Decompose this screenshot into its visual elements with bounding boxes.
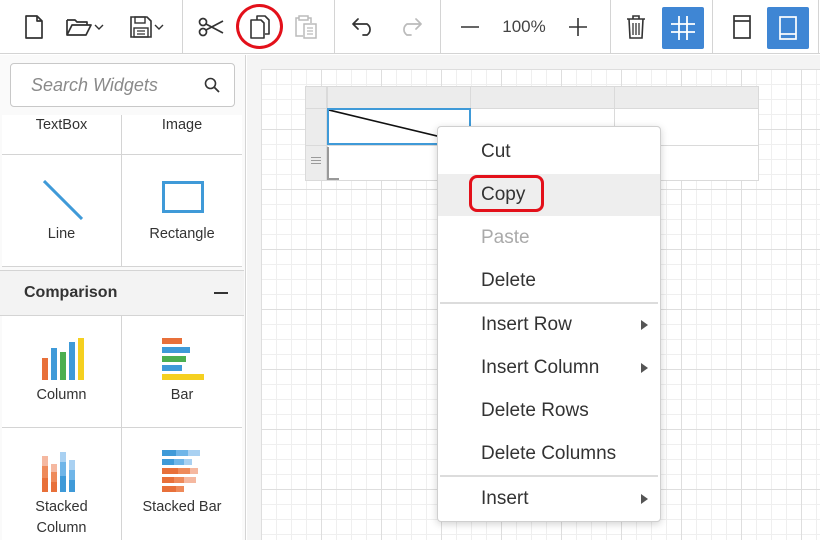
- widget-stacked-bar-chart[interactable]: Stacked Bar: [122, 428, 242, 540]
- column-header[interactable]: [470, 86, 615, 109]
- collapse-icon[interactable]: [214, 292, 228, 294]
- widget-label: Rectangle: [149, 226, 215, 242]
- new-file-icon: [25, 15, 43, 39]
- toolbar-divider: [440, 0, 441, 54]
- toolbar-divider: [182, 0, 183, 54]
- menu-item-delete-rows[interactable]: Delete Rows: [438, 390, 660, 432]
- menu-item-delete[interactable]: Delete: [438, 260, 660, 302]
- row-drag-handle-icon[interactable]: [311, 157, 321, 165]
- menu-item-delete-columns[interactable]: Delete Columns: [438, 433, 660, 475]
- widget-bar-chart[interactable]: Bar: [122, 316, 242, 428]
- new-button[interactable]: [14, 0, 54, 54]
- widget-label: TextBox: [35, 117, 88, 133]
- menu-item-label: Paste: [481, 227, 530, 248]
- chevron-down-icon: [154, 24, 164, 30]
- submenu-arrow-icon: [641, 320, 648, 330]
- copy-menu-item-highlight: [469, 175, 544, 212]
- toolbar: 100%: [0, 0, 820, 54]
- widget-label: Line: [47, 226, 76, 242]
- widget-rectangle[interactable]: Rectangle: [122, 155, 242, 267]
- comparison-group-header[interactable]: Comparison: [0, 270, 244, 316]
- group-title: Comparison: [24, 284, 118, 301]
- widget-textbox[interactable]: TextBox: [2, 115, 122, 155]
- undo-button[interactable]: [344, 0, 384, 54]
- open-folder-icon: [66, 19, 92, 36]
- diagonal-line-element[interactable]: [329, 110, 441, 138]
- cell-resize-handle[interactable]: [327, 147, 339, 180]
- stacked-column-chart-icon: [42, 452, 75, 492]
- copy-button-highlight: [236, 4, 283, 49]
- widget-stacked-column-chart[interactable]: Stacked Column: [2, 428, 122, 540]
- menu-item-label: Insert Column: [481, 357, 600, 378]
- cut-icon: [198, 17, 224, 37]
- row-header[interactable]: [305, 108, 327, 146]
- widget-image[interactable]: Image: [122, 115, 242, 155]
- page-layout-icon: [779, 16, 797, 40]
- column-chart-icon: [42, 338, 84, 380]
- menu-divider: [440, 475, 658, 477]
- widget-label: Stacked Bar: [142, 499, 222, 515]
- submenu-arrow-icon: [641, 494, 648, 504]
- save-button[interactable]: [122, 0, 172, 54]
- paste-button[interactable]: [286, 0, 326, 54]
- column-header[interactable]: [327, 86, 471, 109]
- widget-label: Stacked Column: [35, 499, 88, 536]
- submenu-arrow-icon: [641, 363, 648, 373]
- toolbar-divider: [712, 0, 713, 54]
- menu-item-label: Delete: [481, 270, 536, 291]
- header-footer-icon: [733, 15, 751, 39]
- column-header[interactable]: [614, 86, 759, 109]
- save-icon: [130, 16, 152, 38]
- menu-item-insert-column[interactable]: Insert Column: [438, 347, 660, 389]
- widget-label: Image: [161, 117, 203, 133]
- zoom-in-button[interactable]: [558, 0, 598, 54]
- zoom-out-button[interactable]: [450, 0, 490, 54]
- undo-icon: [352, 18, 371, 36]
- grid-toggle-button[interactable]: [662, 7, 704, 49]
- zoom-level[interactable]: 100%: [496, 0, 552, 54]
- search-icon[interactable]: [204, 77, 220, 93]
- stacked-bar-chart-icon: [162, 450, 200, 492]
- menu-item-label: Delete Rows: [481, 400, 589, 421]
- menu-item-paste: Paste: [438, 217, 660, 259]
- chevron-down-icon: [94, 24, 104, 30]
- redo-button[interactable]: [390, 0, 430, 54]
- menu-item-insert-row[interactable]: Insert Row: [438, 304, 660, 346]
- header-footer-button[interactable]: [722, 0, 762, 54]
- toolbar-divider: [818, 0, 819, 54]
- delete-button[interactable]: [617, 0, 655, 54]
- paste-icon: [295, 15, 317, 39]
- widget-line[interactable]: Line: [2, 155, 122, 267]
- delete-icon: [627, 15, 645, 39]
- table-corner[interactable]: [305, 86, 327, 109]
- widget-label: Column: [36, 387, 87, 403]
- widget-column-chart[interactable]: Column: [2, 316, 122, 428]
- page-layout-button[interactable]: [767, 7, 809, 49]
- toolbar-divider: [334, 0, 335, 54]
- menu-item-insert[interactable]: Insert: [438, 478, 660, 520]
- bar-chart-icon: [162, 338, 204, 380]
- open-button[interactable]: [60, 0, 110, 54]
- redo-icon: [403, 18, 422, 36]
- zoom-out-icon: [461, 26, 479, 28]
- menu-item-label: Insert: [481, 488, 529, 509]
- toolbar-divider: [610, 0, 611, 54]
- grid-icon: [671, 16, 695, 40]
- zoom-in-icon: [569, 18, 587, 36]
- widget-label: Bar: [170, 387, 194, 403]
- menu-item-label: Delete Columns: [481, 443, 617, 464]
- menu-item-label: Insert Row: [481, 314, 572, 335]
- cut-button[interactable]: [192, 0, 230, 54]
- menu-item-label: Cut: [481, 141, 511, 162]
- search-widgets-field[interactable]: Search Widgets: [10, 63, 235, 107]
- widget-panel: Search Widgets TextBox Image Line Rectan…: [0, 55, 246, 540]
- search-placeholder: Search Widgets: [31, 75, 158, 95]
- menu-item-cut[interactable]: Cut: [438, 131, 660, 173]
- rectangle-icon: [162, 181, 204, 213]
- line-icon: [43, 180, 83, 220]
